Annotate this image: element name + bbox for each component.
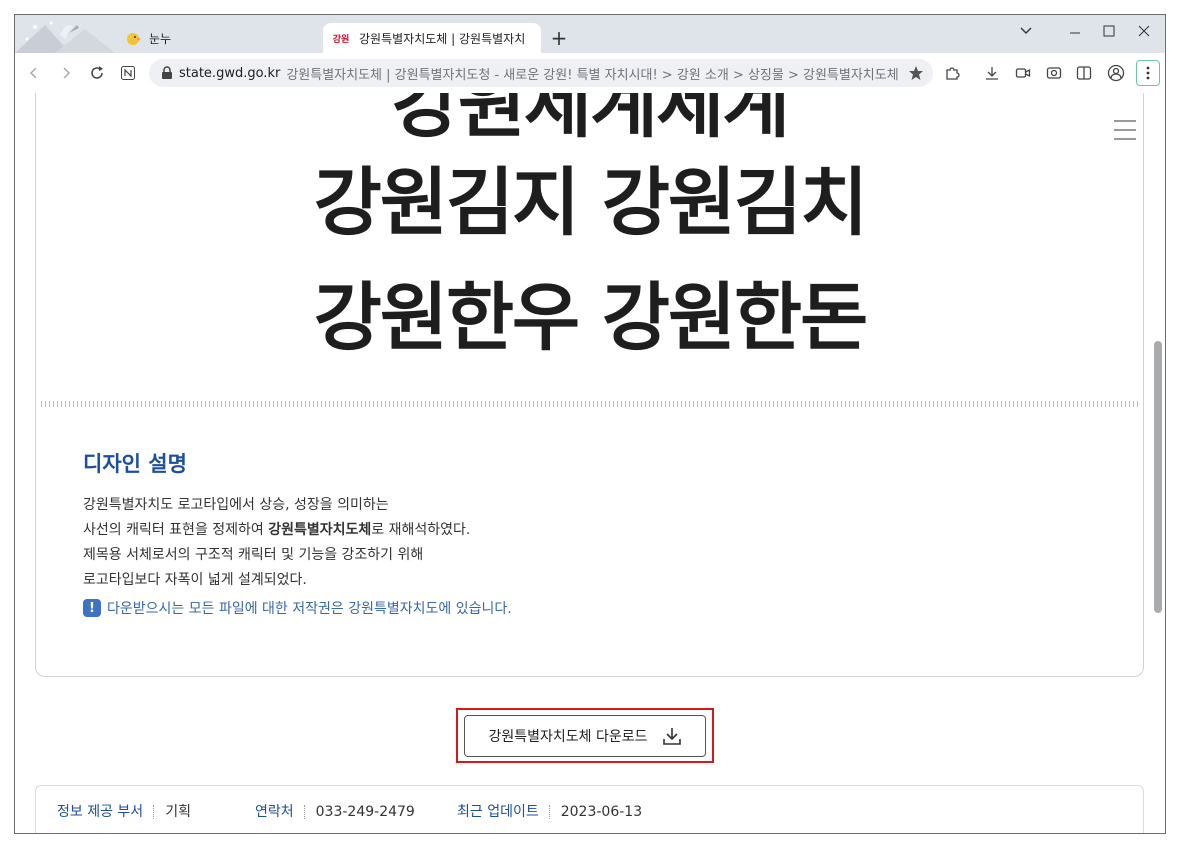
video-icon[interactable] <box>1012 62 1034 84</box>
info-dept: 정보 제공 부서 기획 <box>57 804 191 820</box>
menu-icon[interactable] <box>1111 117 1139 143</box>
download-button-label: 강원특별자치도체 다운로드 <box>488 729 648 745</box>
bookmark-star-icon[interactable] <box>905 62 927 84</box>
close-icon[interactable] <box>1129 19 1159 43</box>
dotted-divider <box>41 401 1139 407</box>
info-updated: 최근 업데이트 2023-06-13 <box>457 804 643 820</box>
description-line: 사선의 캐릭터 표현을 정제하여 강원특별자치도체로 재해석하였다. <box>83 522 471 538</box>
extension-n-icon[interactable] <box>117 62 139 84</box>
download-icon[interactable] <box>981 62 1003 84</box>
browser-toolbar: state.gwd.go.kr 강원특별자치도체 | 강원특별자치도청 - 새로… <box>15 53 1165 93</box>
tab-gangwon-font[interactable]: 강원 강원특별자치도체 | 강원특별자치 <box>323 23 541 53</box>
scrollbar-thumb[interactable] <box>1154 341 1162 613</box>
profile-icon[interactable] <box>1105 62 1127 84</box>
download-font-button[interactable]: 강원특별자치도체 다운로드 <box>464 715 706 757</box>
more-menu-icon[interactable] <box>1136 60 1160 86</box>
reload-icon[interactable] <box>86 62 108 84</box>
screenshot-icon[interactable] <box>1043 62 1065 84</box>
side-panel-icon[interactable] <box>1073 62 1095 84</box>
minimize-icon[interactable] <box>1060 19 1090 43</box>
lock-icon <box>161 66 173 80</box>
tab-bar: 눈누 강원 강원특별자치도체 | 강원특별자치 + <box>15 15 1165 53</box>
description-line: 강원특별자치도 로고타입에서 상승, 성장을 의미하는 <box>83 497 389 513</box>
copyright-notice-text: 다운받으시는 모든 파일에 대한 저작권은 강원특별자치도에 있습니다. <box>107 601 512 617</box>
vertical-scrollbar[interactable] <box>1152 93 1165 833</box>
font-sample-line: 강원한우 강원한돈 <box>313 275 868 361</box>
maximize-icon[interactable] <box>1094 19 1124 43</box>
tab-title: 강원특별자치도체 | 강원특별자치 <box>359 31 526 46</box>
description-line: 로고타입보다 자폭이 넓게 설계되었다. <box>83 572 307 588</box>
design-description-heading: 디자인 설명 <box>83 452 187 476</box>
theme-decoration <box>15 21 115 53</box>
page-content: 강원세계세계 강원김지 강원김치 강원한우 강원한돈 디자인 설명 강원특별자치… <box>15 93 1165 833</box>
url-domain: state.gwd.go.kr <box>179 65 281 81</box>
copyright-notice: ! 다운받으시는 모든 파일에 대한 저작권은 강원특별자치도에 있습니다. <box>83 598 512 618</box>
new-tab-icon[interactable]: + <box>549 28 569 48</box>
tab-noonnu[interactable]: 눈누 <box>115 23 315 53</box>
download-highlight: 강원특별자치도체 다운로드 <box>456 708 714 763</box>
address-bar[interactable]: state.gwd.go.kr 강원특별자치도체 | 강원특별자치도청 - 새로… <box>149 59 933 87</box>
font-sample-line: 강원김지 강원김치 <box>313 160 868 246</box>
download-icon <box>662 728 681 745</box>
tab-title: 눈누 <box>149 31 172 46</box>
chick-icon <box>125 30 141 46</box>
forward-icon[interactable] <box>55 62 77 84</box>
url-page-title: 강원특별자치도체 | 강원특별자치도청 - 새로운 강원! 특별 자치시대! >… <box>286 67 899 83</box>
page-info-box: 정보 제공 부서 기획 연락처 033-249-2479 최근 업데이트 2023-0… <box>35 785 1144 833</box>
back-icon[interactable] <box>23 62 45 84</box>
extensions-puzzle-icon[interactable] <box>941 62 963 84</box>
tab-search-chevron-down-icon[interactable] <box>1011 19 1041 43</box>
exclamation-icon: ! <box>83 599 101 617</box>
info-contact: 연락처 033-249-2479 <box>255 804 415 820</box>
design-description: 강원특별자치도 로고타입에서 상승, 성장을 의미하는 사선의 캐릭터 표현을 … <box>83 493 470 593</box>
gangwon-favicon-icon: 강원 <box>332 34 350 45</box>
browser-window: 눈누 강원 강원특별자치도체 | 강원특별자치 + state.gwd.go.k… <box>14 14 1166 834</box>
description-line: 제목용 서체로서의 구조적 캐릭터 및 기능을 강조하기 위해 <box>83 547 424 563</box>
font-name-bold: 강원특별자치도체 <box>268 522 372 538</box>
